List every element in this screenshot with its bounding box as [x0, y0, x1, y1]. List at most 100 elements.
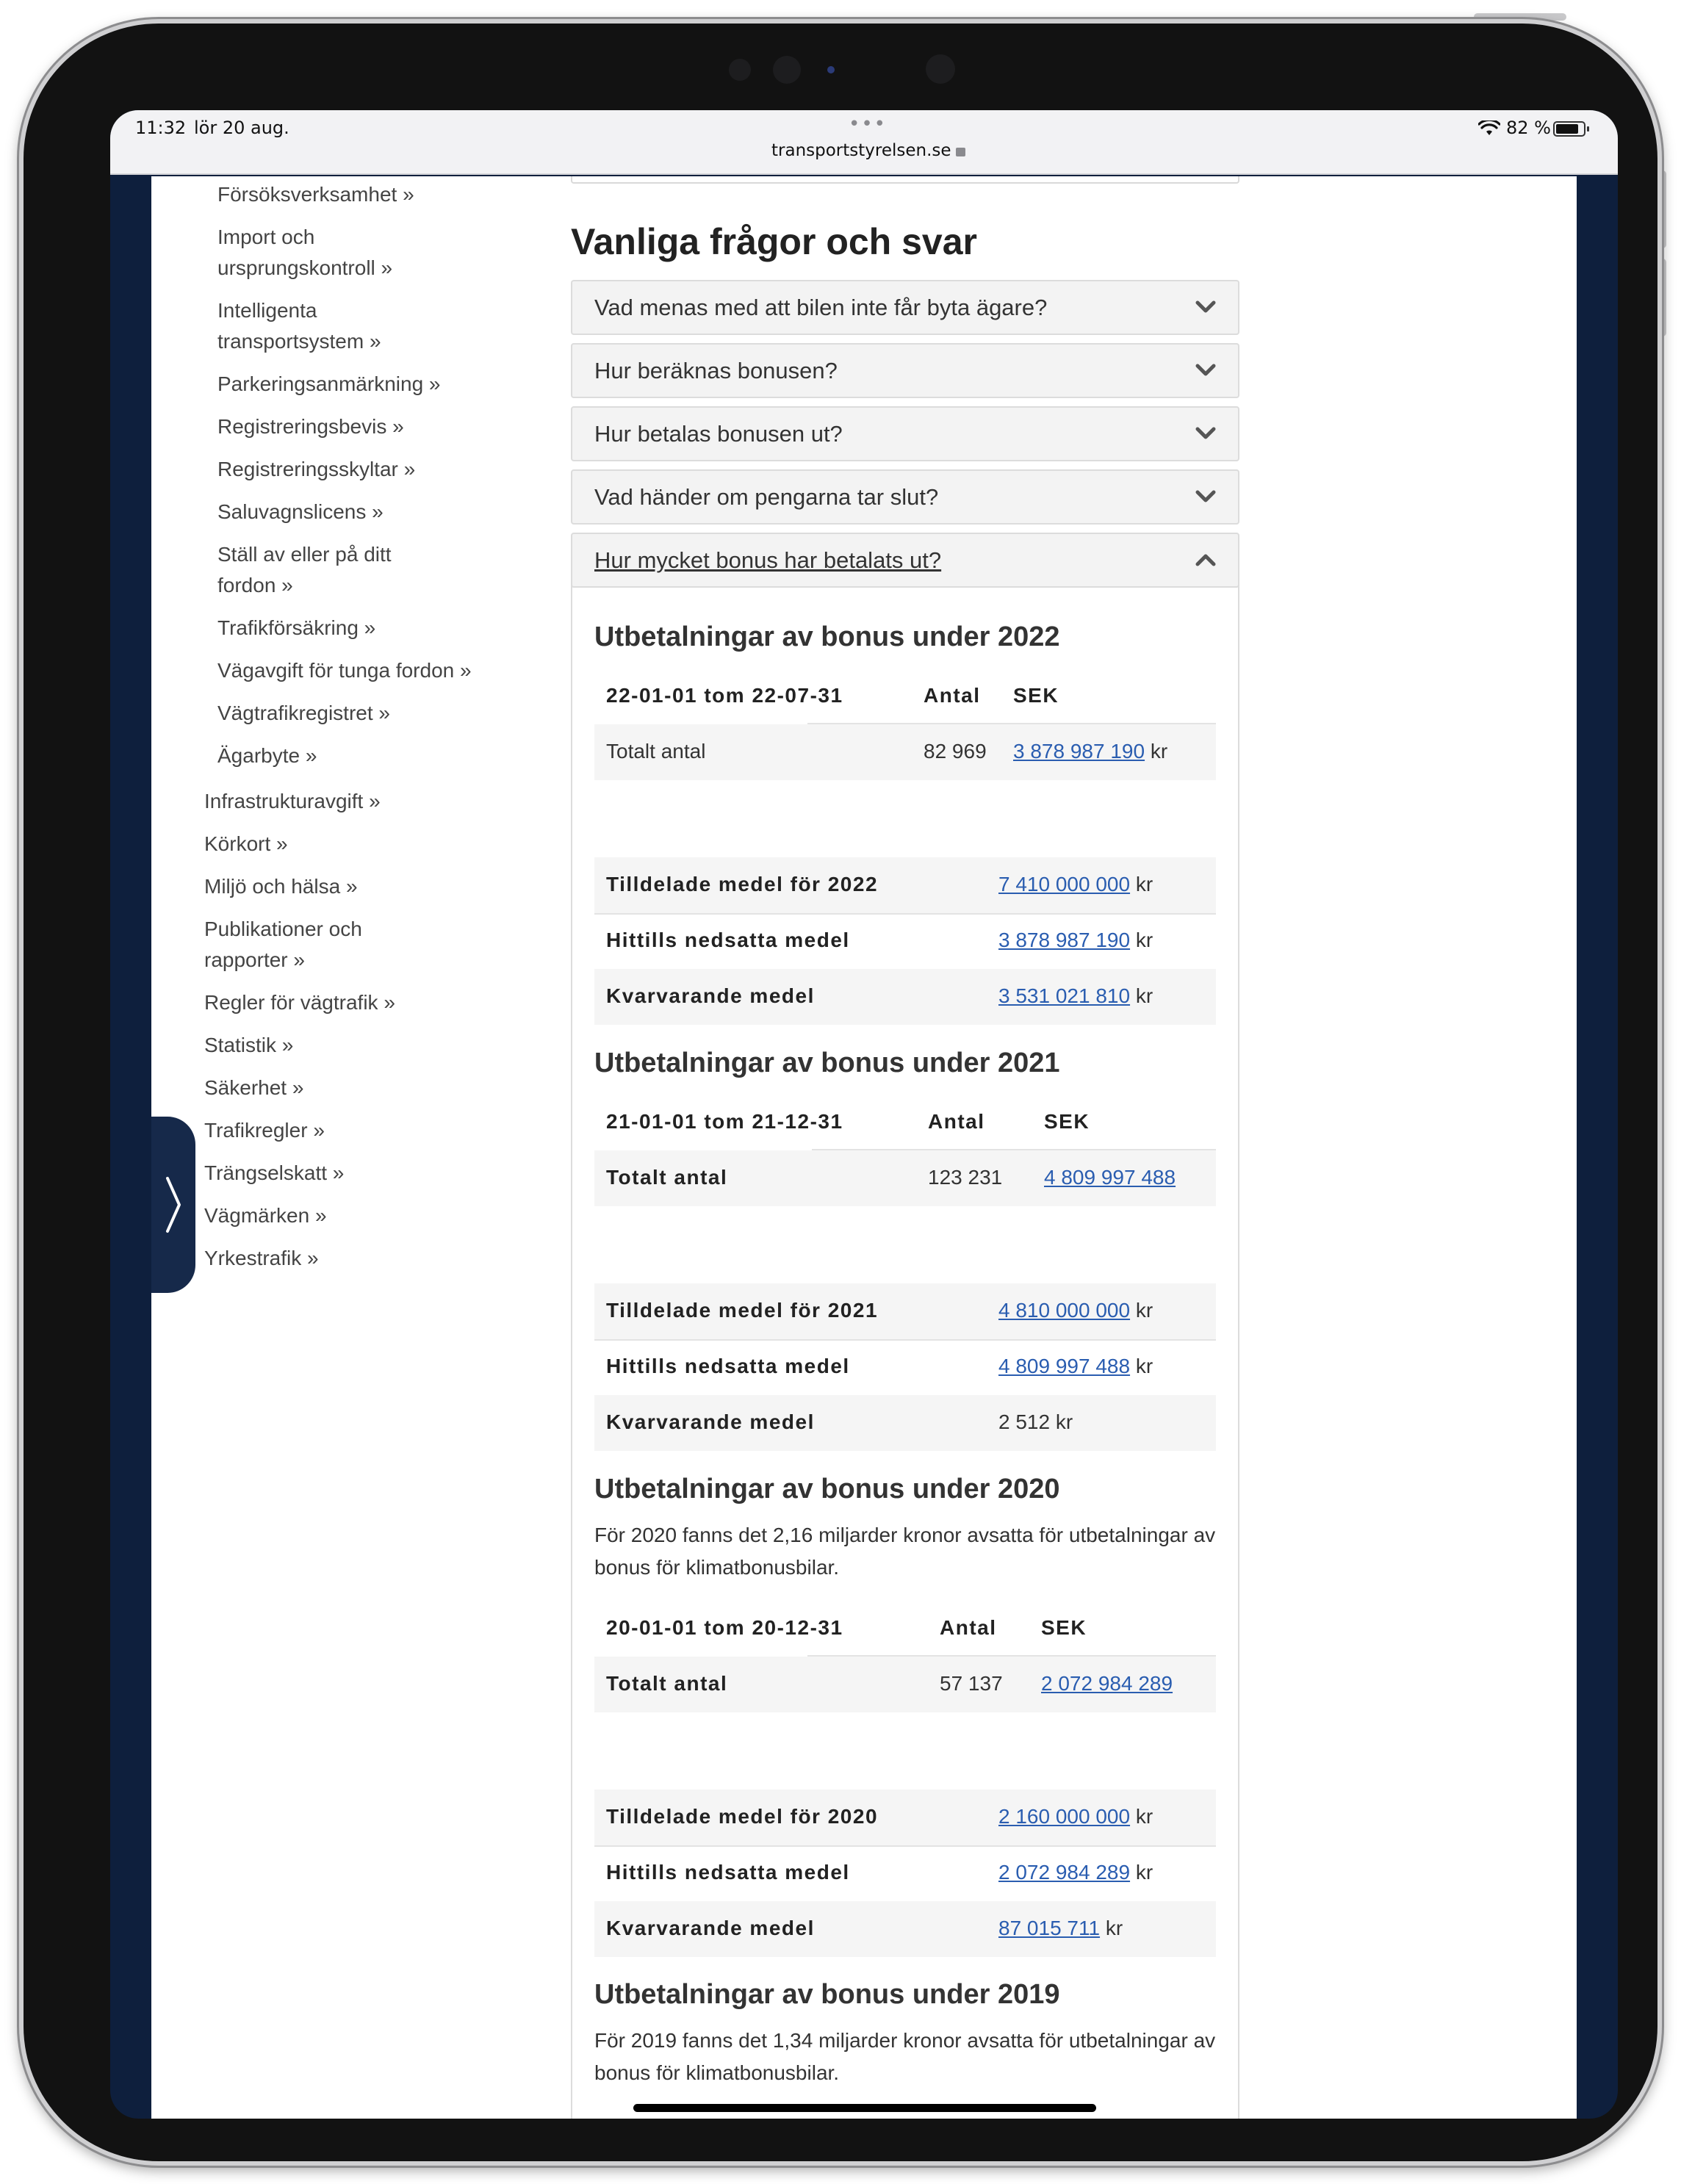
status-bar: 11:32 lör 20 aug. ••• transportstyrelsen… [110, 110, 1618, 175]
faq-item-label: Hur beräknas bonusen? [594, 358, 838, 383]
period-header: 22-01-01 tom 22-07-31 [606, 684, 843, 707]
table-row: Tilldelade medel för 2020 2 160 000 000 … [594, 1790, 1216, 1845]
nav-item-vagavgift[interactable]: Vägavgift för tunga fordon » [217, 655, 497, 686]
table-header-2020: 20-01-01 tom 20-12-31 Antal SEK [594, 1601, 1216, 1657]
faq-item-money-runs-out[interactable]: Vad händer om pengarna tar slut? [571, 469, 1239, 525]
row-label: Totalt antal [606, 1672, 728, 1695]
nav-item-forsoksverksamhet[interactable]: Försöksverksamhet » [217, 179, 497, 210]
nav-item-yrkestrafik[interactable]: Yrkestrafik » [204, 1243, 498, 1274]
total-count: 123 231 [928, 1166, 1003, 1189]
faq-item-bonus-calc[interactable]: Hur beräknas bonusen? [571, 343, 1239, 398]
address-bar[interactable]: transportstyrelsen.se [771, 141, 965, 160]
total-sek-link[interactable]: 4 809 997 488 [1044, 1166, 1176, 1189]
period-header: 20-01-01 tom 20-12-31 [606, 1616, 843, 1639]
nav-item-registreringsbevis[interactable]: Registreringsbevis » [217, 411, 497, 442]
faq-heading: Vanliga frågor och svar [571, 221, 977, 262]
chevron-down-icon [1195, 300, 1216, 313]
tab-menu-dots[interactable]: ••• [849, 113, 887, 135]
nav-item-registreringsskyltar[interactable]: Registreringsskyltar » [217, 454, 497, 485]
spent-link[interactable]: 3 878 987 190 [998, 929, 1130, 951]
row-label: Tilldelade medel för 2021 [606, 1299, 879, 1322]
nav-item-import[interactable]: Import och ursprungskontroll » [217, 222, 497, 284]
status-time: 11:32 [135, 118, 187, 138]
count-header: Antal [928, 1110, 985, 1133]
tablet-frame: 11:32 lör 20 aug. ••• transportstyrelsen… [19, 19, 1662, 2166]
unit: kr [1135, 929, 1153, 951]
chevron-down-icon [1195, 490, 1216, 502]
nav-item-sakerhet[interactable]: Säkerhet » [204, 1073, 498, 1103]
unit: kr [1135, 1805, 1153, 1828]
nav-item-vagtrafikregistret[interactable]: Vägtrafikregistret » [217, 698, 497, 729]
row-label: Hittills nedsatta medel [606, 1861, 850, 1884]
web-page: Försöksverksamhet » Import och ursprungs… [151, 176, 1577, 2119]
table-header-2021: 21-01-01 tom 21-12-31 Antal SEK [594, 1095, 1216, 1150]
table-row: Kvarvarande medel 2 512 kr [594, 1395, 1216, 1451]
nav-item-trafikregler[interactable]: Trafikregler » [204, 1115, 498, 1146]
status-date: lör 20 aug. [194, 118, 289, 138]
total-sek-link[interactable]: 2 072 984 289 [1041, 1672, 1173, 1695]
nav-item-vagmarken[interactable]: Vägmärken » [204, 1200, 498, 1231]
unit: kr [1135, 984, 1153, 1007]
nav-item-parkeringsanmarkning[interactable]: Parkeringsanmärkning » [217, 369, 497, 400]
url-text: transportstyrelsen.se [771, 141, 951, 160]
camera-flash [926, 54, 955, 84]
allocated-link[interactable]: 7 410 000 000 [998, 873, 1130, 895]
sidebar-toggle[interactable] [151, 1117, 195, 1293]
spent-link[interactable]: 4 809 997 488 [998, 1355, 1130, 1377]
table-row: Totalt antal 123 231 4 809 997 488 [594, 1150, 1216, 1206]
faq-item-bonus-payment[interactable]: Hur betalas bonusen ut? [571, 406, 1239, 461]
camera-dot [729, 59, 751, 81]
unit: kr [1105, 1917, 1123, 1939]
nav-item-trafikforsakring[interactable]: Trafikförsäkring » [217, 613, 497, 644]
spent-link[interactable]: 2 072 984 289 [998, 1861, 1130, 1884]
nav-item-statistik[interactable]: Statistik » [204, 1030, 498, 1061]
count-header: Antal [924, 684, 981, 707]
nav-item-infrastrukturavgift[interactable]: Infrastrukturavgift » [204, 786, 498, 817]
remaining-value: 2 512 [998, 1410, 1051, 1433]
note-2020: För 2020 fanns det 2,16 miljarder kronor… [594, 1524, 1216, 1579]
table-row: Hittills nedsatta medel 3 878 987 190 kr [594, 913, 1216, 969]
section-title-2020: Utbetalningar av bonus under 2020 [594, 1474, 1060, 1504]
row-label: Hittills nedsatta medel [606, 1355, 850, 1377]
nav-item-korkort[interactable]: Körkort » [204, 829, 498, 859]
camera-lens [773, 56, 801, 84]
nav-item-trangselskatt[interactable]: Trängselskatt » [204, 1158, 498, 1189]
table-row: Kvarvarande medel 3 531 021 810 kr [594, 969, 1216, 1025]
allocated-link[interactable]: 4 810 000 000 [998, 1299, 1130, 1322]
count-header: Antal [940, 1616, 997, 1639]
home-indicator[interactable] [633, 2104, 1096, 2112]
nav-item-intelligenta-transportsystem[interactable]: Intelligenta transportsystem » [217, 295, 497, 357]
nav-item-saluvagnslicens[interactable]: Saluvagnslicens » [217, 497, 497, 527]
nav-item-miljo-och-halsa[interactable]: Miljö och hälsa » [204, 871, 498, 902]
table-row: Hittills nedsatta medel 2 072 984 289 kr [594, 1845, 1216, 1901]
faq-item-label: Vad menas med att bilen inte får byta äg… [594, 295, 1048, 320]
chevron-down-icon [1195, 364, 1216, 376]
remaining-link[interactable]: 87 015 711 [998, 1917, 1100, 1939]
table-row: Tilldelade medel för 2022 7 410 000 000 … [594, 857, 1216, 913]
allocated-link[interactable]: 2 160 000 000 [998, 1805, 1130, 1828]
period-header: 21-01-01 tom 21-12-31 [606, 1110, 843, 1133]
faq-item-owner-change[interactable]: Vad menas med att bilen inte får byta äg… [571, 280, 1239, 335]
screen: 11:32 lör 20 aug. ••• transportstyrelsen… [110, 110, 1618, 2119]
remaining-link[interactable]: 3 531 021 810 [998, 984, 1130, 1007]
nav-item-publikationer[interactable]: Publikationer och rapporter » [204, 914, 498, 976]
nav-item-stall-av[interactable]: Ställ av eller på ditt fordon » [217, 539, 497, 601]
unit: kr [1135, 873, 1153, 895]
sek-header: SEK [1044, 1110, 1090, 1133]
row-label: Totalt antal [606, 740, 706, 763]
unit: kr [1055, 1410, 1073, 1433]
faq-item-label: Vad händer om pengarna tar slut? [594, 484, 939, 510]
nav-item-regler-for-vagtrafik[interactable]: Regler för vägtrafik » [204, 987, 498, 1018]
faq-item-label: Hur betalas bonusen ut? [594, 421, 843, 447]
row-label: Tilldelade medel för 2022 [606, 873, 879, 895]
chevron-down-icon [1195, 427, 1216, 439]
unit: kr [1135, 1861, 1153, 1884]
row-label: Kvarvarande medel [606, 1410, 815, 1433]
total-sek-link[interactable]: 3 878 987 190 [1013, 740, 1145, 763]
total-count: 57 137 [940, 1672, 1003, 1695]
total-count: 82 969 [924, 740, 987, 763]
sek-header: SEK [1013, 684, 1059, 707]
nav-item-agarbyte[interactable]: Ägarbyte » [217, 740, 497, 771]
battery-percent: 82 % [1506, 118, 1551, 138]
table-row: Hittills nedsatta medel 4 809 997 488 kr [594, 1339, 1216, 1395]
